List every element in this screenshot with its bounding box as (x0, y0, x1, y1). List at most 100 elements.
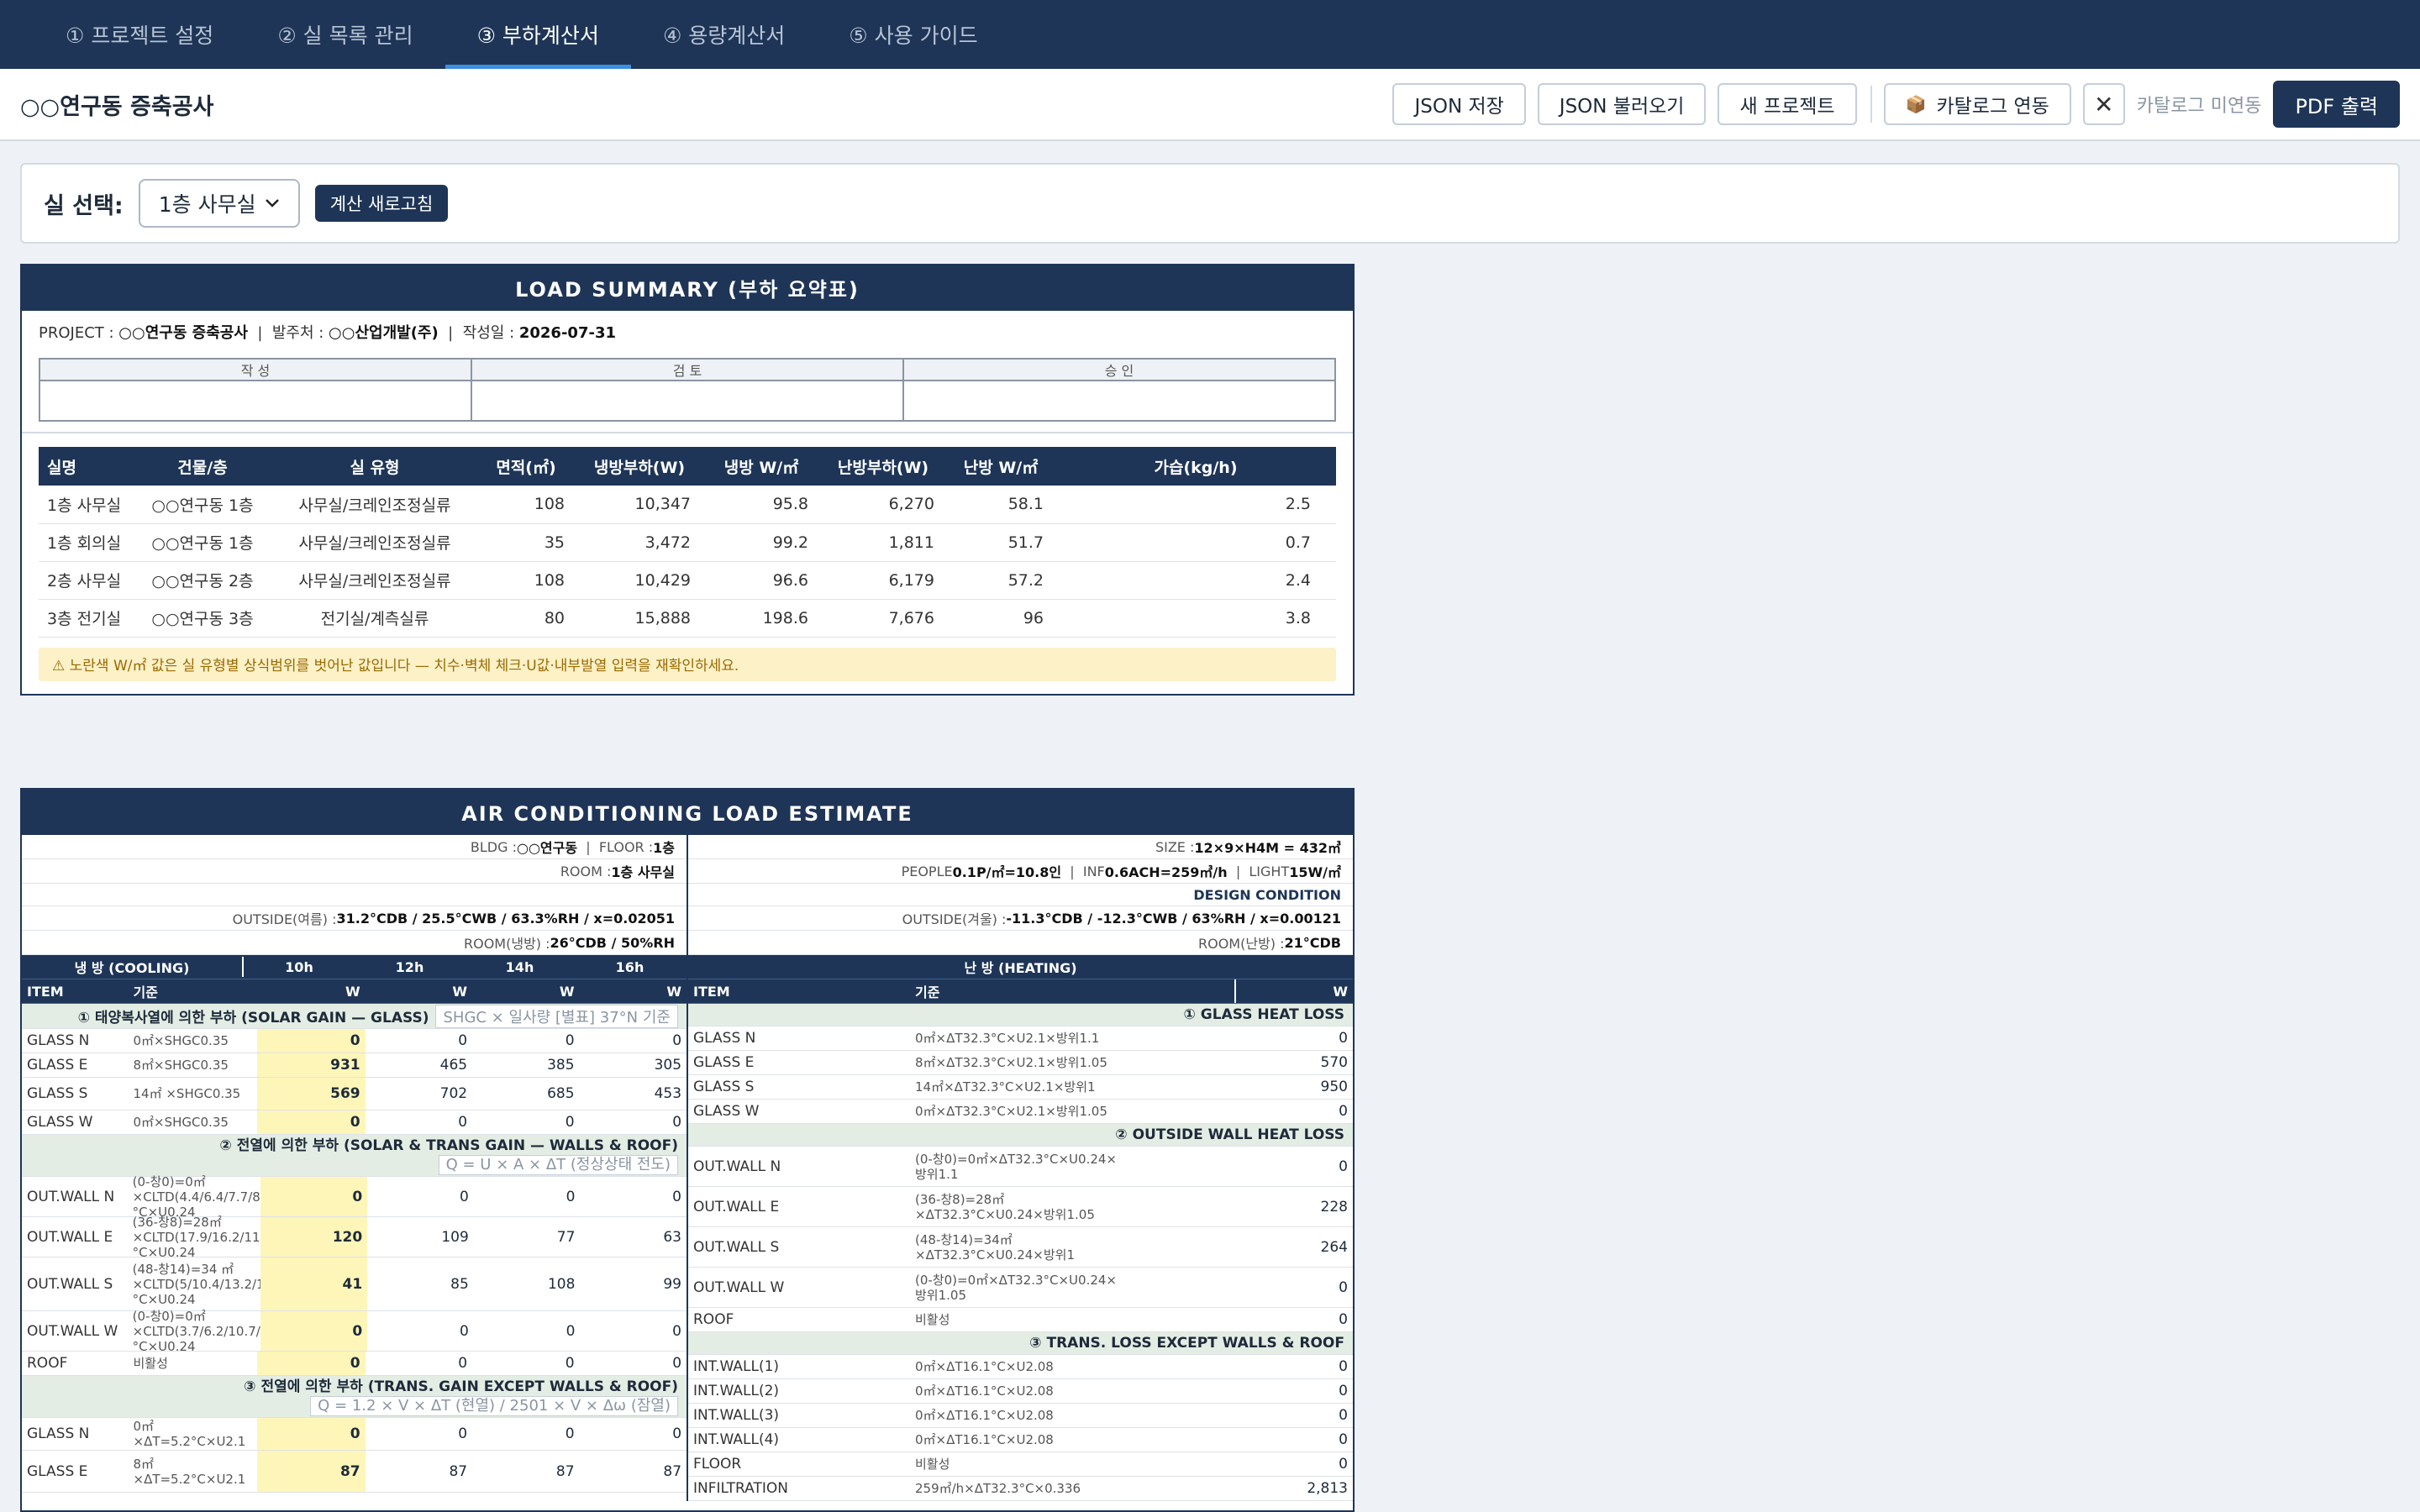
w-header: W (345, 983, 360, 1000)
section-formula: Q = U × A × ΔT (정상상태 전도) (438, 1154, 678, 1175)
row-criteria: 0㎡×SHGC0.35 (133, 1115, 229, 1130)
row-item: OUT.WALL S (27, 1275, 113, 1293)
row-value: 264 (1320, 1238, 1348, 1256)
cooling-row: GLASS N 0㎡ ×ΔT=5.2°C×U2.1 0 0 0 0 (22, 1418, 687, 1451)
recalculate-button[interactable]: 계산 새로고침 (314, 185, 449, 222)
row-value: 0 (1339, 1103, 1348, 1120)
heating-row: OUT.WALL N (0-창0)=0㎡×ΔT32.3°C×U0.24×방위1.1… (688, 1147, 1353, 1187)
row-value: 108 (547, 1275, 576, 1293)
load-estimate-panel: AIR CONDITIONING LOAD ESTIMATE BLDG : ○○… (20, 788, 1355, 1512)
heating-row: GLASS E 8㎡×ΔT32.3°C×U2.1×방위1.05 570 (688, 1051, 1353, 1075)
col-humidification: 가습(kg/h) (1055, 447, 1336, 486)
project-title: ○○연구동 증축공사 (20, 93, 214, 120)
tab-capacity-calculation[interactable]: ④ 용량계산서 (631, 0, 817, 69)
table-cell: 95.8 (702, 486, 820, 524)
row-item: INT.WALL(2) (693, 1383, 780, 1399)
table-row: 1층 회의실 ○○연구동 1층 사무실/크레인조정실류 35 3,472 99.2 1,81… (39, 523, 1336, 562)
header-divider (1870, 86, 1872, 123)
table-cell: 58.1 (946, 486, 1055, 524)
w-header: W (452, 983, 468, 1000)
tab-user-guide[interactable]: ⑤ 사용 가이드 (817, 0, 1009, 69)
table-cell: 전기실/계측실류 (274, 599, 476, 638)
row-criteria: 0㎡×ΔT32.3°C×U2.1×방위1.05 (915, 1104, 1107, 1119)
client-label: 발주처 : (271, 324, 329, 342)
row-value: 2,813 (1307, 1480, 1348, 1497)
project-header: ○○연구동 증축공사 JSON 저장 JSON 불러오기 새 프로젝트 📦 카탈… (0, 69, 2420, 141)
room-heat-label: ROOM(난방) : (1198, 936, 1285, 952)
cooling-row: GLASS E 8㎡×SHGC0.35 931 465 385 305 (22, 1053, 687, 1078)
row-value: 0 (672, 1355, 682, 1372)
tab-room-list[interactable]: ② 실 목록 관리 (245, 0, 445, 69)
tab-load-calculation[interactable]: ③ 부하계산서 (445, 0, 632, 69)
table-cell: ○○연구동 3층 (131, 599, 274, 638)
col-room-type: 실 유형 (274, 447, 476, 486)
row-value: 0 (458, 1425, 468, 1442)
heating-row: ROOF 비활성 0 (688, 1308, 1353, 1332)
row-criteria: 0㎡ ×ΔT=5.2°C×U2.1 (133, 1419, 246, 1449)
row-criteria: 0㎡×SHGC0.35 (133, 1033, 229, 1048)
cooling-section-trans: ③ 전열에 의한 부하 (TRANS. GAIN EXCEPT WALLS & … (22, 1376, 687, 1418)
row-value-10h: 0 (260, 1177, 368, 1216)
heating-row: INT.WALL(4) 0㎡×ΔT16.1°C×U2.08 0 (688, 1428, 1353, 1452)
light-label: LIGHT (1249, 863, 1290, 879)
heating-row: INT.WALL(2) 0㎡×ΔT16.1°C×U2.08 0 (688, 1379, 1353, 1404)
row-value: 87 (555, 1462, 575, 1480)
table-cell: 1층 사무실 (39, 486, 131, 524)
table-cell: 6,270 (820, 486, 946, 524)
row-value: 77 (556, 1228, 576, 1246)
table-cell: 10,429 (576, 561, 702, 600)
catalog-status-text: 카탈로그 미연동 (2136, 96, 2262, 117)
row-item: ROOF (693, 1311, 734, 1328)
table-cell: 사무실/크레인조정실류 (274, 523, 476, 562)
cooling-row: OUT.WALL W (0-창0)=0㎡ ×CLTD(3.7/6.2/10.7/1… (22, 1309, 687, 1354)
sign-reviewed-box (471, 380, 904, 422)
main-tab-bar: ① 프로젝트 설정 ② 실 목록 관리 ③ 부하계산서 ④ 용량계산서 ⑤ 사용… (0, 0, 2420, 69)
room-select-dropdown[interactable]: 1층 사무실 (138, 179, 300, 228)
summary-project-line: PROJECT : ○○연구동 증축공사 | 발주처 : ○○산업개발(주) |… (39, 324, 616, 342)
heating-section-glass: ① GLASS HEAT LOSS (688, 1004, 1353, 1026)
row-value: 87 (449, 1462, 468, 1480)
row-value: 0 (565, 1355, 575, 1372)
table-cell: 2.5 (1055, 486, 1336, 524)
table-row: 3층 전기실 ○○연구동 3층 전기실/계측실류 80 15,888 198.6 7,676… (39, 599, 1336, 638)
load-summary-panel: LOAD SUMMARY (부하 요약표) PROJECT : ○○연구동 증축… (20, 264, 1355, 696)
summary-table: 실명 건물/층 실 유형 면적(㎡) 냉방부하(W) 냉방 W/㎡ 난방부하(W… (39, 447, 1336, 638)
load-summary-title: LOAD SUMMARY (부하 요약표) (22, 265, 1353, 311)
heating-row: INT.WALL(1) 0㎡×ΔT16.1°C×U2.08 0 (688, 1355, 1353, 1379)
inf-label: INF (1082, 863, 1105, 879)
date-value: 2026-07-31 (518, 324, 616, 342)
table-cell: 1층 회의실 (39, 523, 131, 562)
row-value: 950 (1320, 1079, 1348, 1095)
col-building-floor: 건물/층 (131, 447, 274, 486)
cooling-row: GLASS E 8㎡ ×ΔT=5.2°C×U2.1 87 87 87 87 (22, 1451, 687, 1493)
row-criteria: (0-창0)=0㎡ ×CLTD(4.4/6.4/7.7/8.2)°C×U0.24 (132, 1173, 277, 1220)
json-load-button[interactable]: JSON 불러오기 (1537, 83, 1707, 125)
design-condition-label: DESIGN CONDITION (688, 884, 1353, 906)
tab-project-settings[interactable]: ① 프로젝트 설정 (34, 0, 245, 69)
room-select-bar: 실 선택: 1층 사무실 계산 새로고침 (20, 163, 2400, 244)
heating-row: GLASS N 0㎡×ΔT32.3°C×U2.1×방위1.1 0 (688, 1026, 1353, 1051)
row-criteria: (48-창14)=34 ㎡ ×CLTD(5/10.4/13.2/12.1)°C×… (132, 1261, 290, 1307)
outside-winter-label: OUTSIDE(겨울) : (902, 911, 1007, 927)
catalog-link-button[interactable]: 📦 카탈로그 연동 (1883, 83, 2071, 125)
approval-table: 작 성 검 토 승 인 (39, 358, 1336, 422)
outside-winter-value: -11.3°CDB / -12.3°CWB / 63%RH / x=0.0012… (1006, 910, 1341, 927)
row-item: OUT.WALL E (693, 1198, 780, 1215)
row-criteria: (0-창0)=0㎡×ΔT32.3°C×U0.24×방위1.1 (915, 1151, 1117, 1182)
close-icon[interactable]: ✕ (2082, 83, 2125, 125)
project-name: ○○연구동 증축공사 (118, 324, 248, 342)
row-item: FLOOR (693, 1456, 742, 1473)
row-value-10h: 0 (257, 1029, 366, 1053)
cooling-subheader-row: ITEM 기준 W W W W (22, 979, 687, 1004)
row-criteria: 비활성 (915, 1312, 950, 1327)
criteria-header: 기준 (910, 979, 1236, 1003)
cooling-row: GLASS S 14㎡ ×SHGC0.35 569 702 685 453 (22, 1078, 687, 1110)
json-save-button[interactable]: JSON 저장 (1392, 83, 1526, 125)
new-project-button[interactable]: 새 프로젝트 (1718, 83, 1857, 125)
hour-10: 10h (285, 958, 313, 975)
project-label: PROJECT : (39, 324, 119, 342)
row-criteria: (36-창8)=28㎡ ×CLTD(17.9/16.2/11.4/9.4)°C×… (132, 1214, 302, 1260)
heating-subheader-row: ITEM 기준 W (688, 979, 1353, 1004)
table-cell: ○○연구동 2층 (131, 561, 274, 600)
pdf-export-button[interactable]: PDF 출력 (2273, 81, 2400, 128)
